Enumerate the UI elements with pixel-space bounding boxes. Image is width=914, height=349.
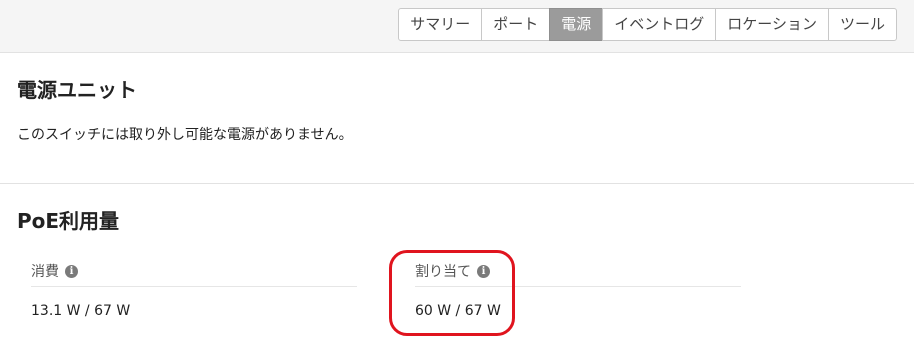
poe-allocated-value: 60 W / 67 W [415, 303, 501, 319]
tab-ports[interactable]: ポート [481, 8, 551, 41]
poe-usage-title: PoE利用量 [17, 209, 120, 233]
poe-consumed-label: 消費 [31, 264, 59, 280]
info-icon[interactable]: i [477, 264, 490, 278]
tab-location[interactable]: ロケーション [715, 8, 829, 41]
poe-consumed-value: 13.1 W / 67 W [31, 303, 131, 319]
power-supply-title: 電源ユニット [17, 78, 137, 102]
tab-tools[interactable]: ツール [827, 8, 897, 41]
poe-allocated-label: 割り当て [415, 264, 471, 280]
tab-summary[interactable]: サマリー [398, 8, 483, 41]
poe-consumed-column: 消費 i 13.1 W / 67 W [31, 256, 357, 319]
section-divider [0, 183, 914, 184]
tab-event-log[interactable]: イベントログ [602, 8, 717, 41]
tab-bar: サマリー ポート 電源 イベントログ ロケーション ツール [398, 8, 897, 41]
top-toolbar: サマリー ポート 電源 イベントログ ロケーション ツール [0, 0, 914, 53]
poe-allocated-header: 割り当て i [415, 256, 741, 287]
poe-allocated-column: 割り当て i 60 W / 67 W [415, 256, 741, 319]
info-icon[interactable]: i [65, 264, 78, 278]
power-supply-message: このスイッチには取り外し可能な電源がありません。 [17, 127, 353, 143]
poe-consumed-header: 消費 i [31, 256, 357, 287]
tab-power[interactable]: 電源 [549, 8, 604, 41]
